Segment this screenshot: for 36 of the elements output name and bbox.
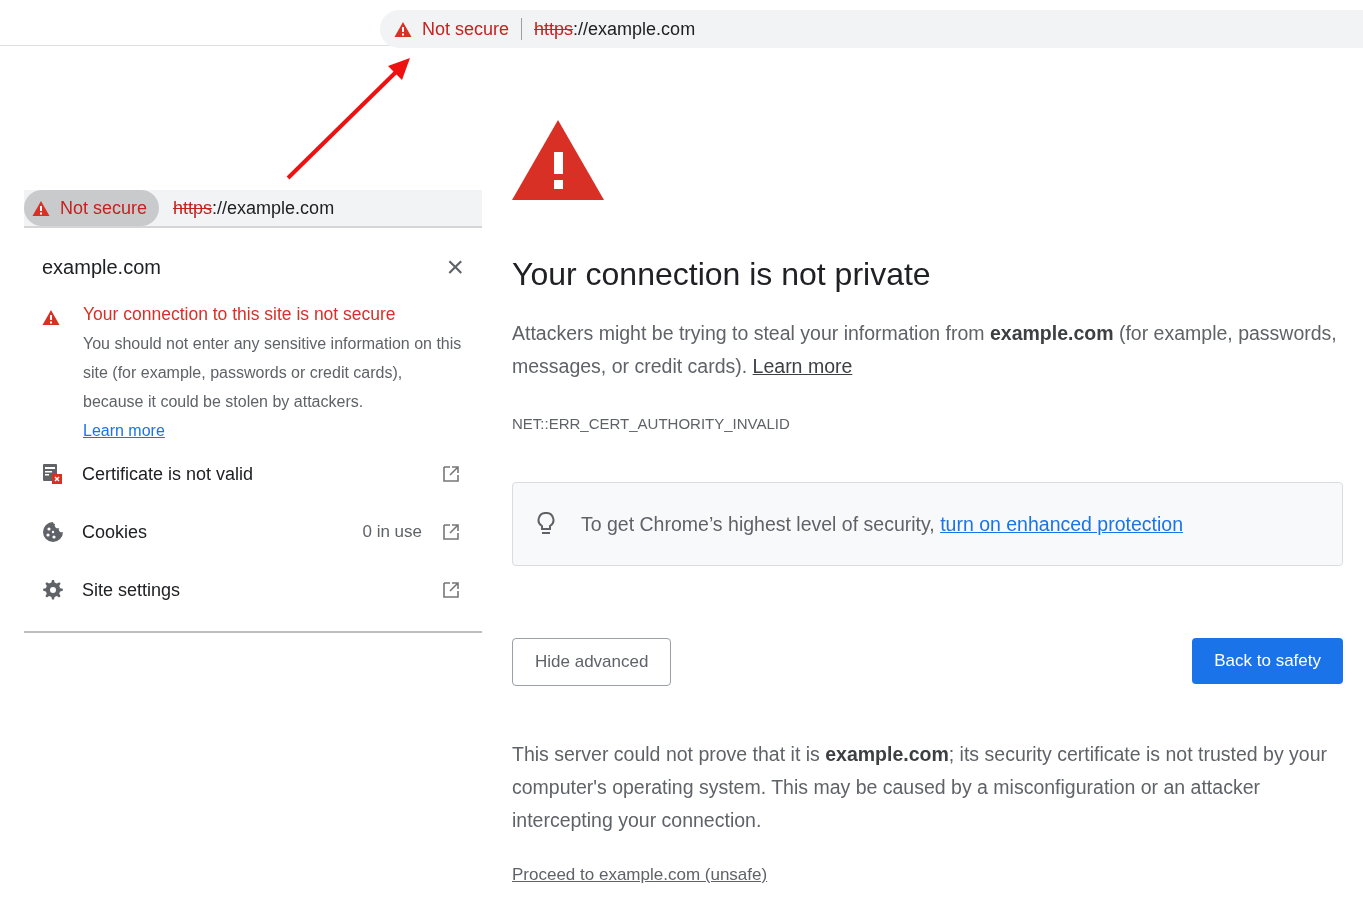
popup-menu-item[interactable]: Site settings — [24, 561, 482, 619]
cookie-icon — [42, 521, 64, 543]
address-bar[interactable]: Not secure https://example.com — [380, 10, 1363, 48]
proceed-link[interactable]: Proceed to example.com (unsafe) — [512, 865, 768, 884]
external-link-icon — [442, 465, 460, 483]
lightbulb-icon — [537, 512, 555, 536]
error-code: NET::ERR_CERT_AUTHORITY_INVALID — [512, 415, 791, 432]
url-text: https://example.com — [173, 197, 335, 219]
close-button[interactable]: × — [446, 252, 464, 282]
security-chip[interactable]: Not secure — [394, 10, 522, 48]
page-title: Your connection is not private — [512, 256, 932, 293]
back-to-safety-button[interactable]: Back to safety — [1192, 638, 1343, 684]
popup-menu-item[interactable]: Cookies 0 in use — [24, 503, 482, 561]
warning-heading: Your connection to this site is not secure — [83, 304, 397, 325]
certificate-icon — [42, 463, 64, 485]
learn-more-link[interactable]: Learn more — [752, 355, 853, 377]
details-text: This server could not prove that it is example.com; its security certificate is not trusted by your computer's operating system. This may be caused by a misconfiguration or an attacker intercepting your connection. — [512, 742, 1328, 833]
external-link-icon — [442, 581, 460, 599]
security-chip[interactable]: Not secure — [24, 190, 160, 226]
warning-icon — [512, 120, 604, 200]
intro-text: Attackers might be trying to steal your information from example.com (for example, passwords, messages, or credit cards). Learn more — [512, 321, 1338, 379]
popup-menu-item[interactable]: Certificate is not valid — [24, 445, 482, 503]
warning-icon — [32, 199, 50, 217]
tip-text: To get Chrome’s highest level of security, — [581, 512, 936, 536]
url-text: https://example.com — [534, 18, 696, 40]
warning-icon — [394, 20, 412, 38]
hide-advanced-button[interactable]: Hide advanced — [512, 638, 672, 686]
address-bar[interactable]: Not secure https://example.com — [24, 190, 482, 228]
gear-icon — [42, 579, 64, 601]
popup-title: example.com — [42, 255, 161, 279]
learn-more-link[interactable]: Learn more — [83, 422, 165, 439]
usage-count: 0 in use — [362, 522, 422, 542]
warning-text: You should not enter any sensitive information on this site (for example, passwords or credit cards), because it could be stolen by attackers. — [83, 334, 463, 412]
enhanced-protection-link[interactable]: turn on enhanced protection — [940, 512, 1183, 536]
warning-icon — [42, 309, 60, 326]
external-link-icon — [442, 523, 460, 541]
